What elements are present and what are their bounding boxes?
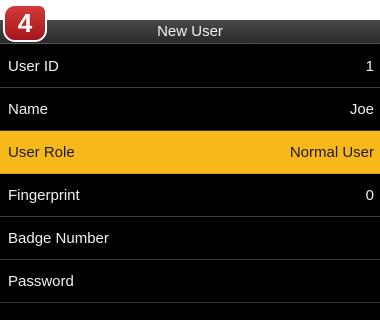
- name-row[interactable]: Name Joe: [0, 88, 380, 131]
- user-role-label: User Role: [8, 143, 75, 161]
- user-role-row[interactable]: User Role Normal User: [0, 131, 380, 174]
- badge-number-row[interactable]: Badge Number: [0, 217, 380, 260]
- name-label: Name: [8, 100, 49, 118]
- password-label: Password: [8, 272, 74, 290]
- fingerprint-label: Fingerprint: [8, 186, 80, 204]
- step-number-badge: 4: [3, 4, 47, 42]
- user-id-label: User ID: [8, 57, 59, 75]
- user-role-value: Normal User: [289, 143, 374, 161]
- window-title-bar: New User: [0, 20, 380, 44]
- badge-number-label: Badge Number: [8, 229, 109, 247]
- password-row[interactable]: Password: [0, 260, 380, 303]
- user-id-value: 1: [365, 57, 374, 75]
- fingerprint-row[interactable]: Fingerprint 0: [0, 174, 380, 217]
- name-value: Joe: [349, 100, 374, 118]
- user-field-list: User ID 1 Name Joe User Role Normal User…: [0, 45, 380, 303]
- user-id-row[interactable]: User ID 1: [0, 45, 380, 88]
- window-title: New User: [157, 23, 223, 40]
- fingerprint-value: 0: [365, 186, 374, 204]
